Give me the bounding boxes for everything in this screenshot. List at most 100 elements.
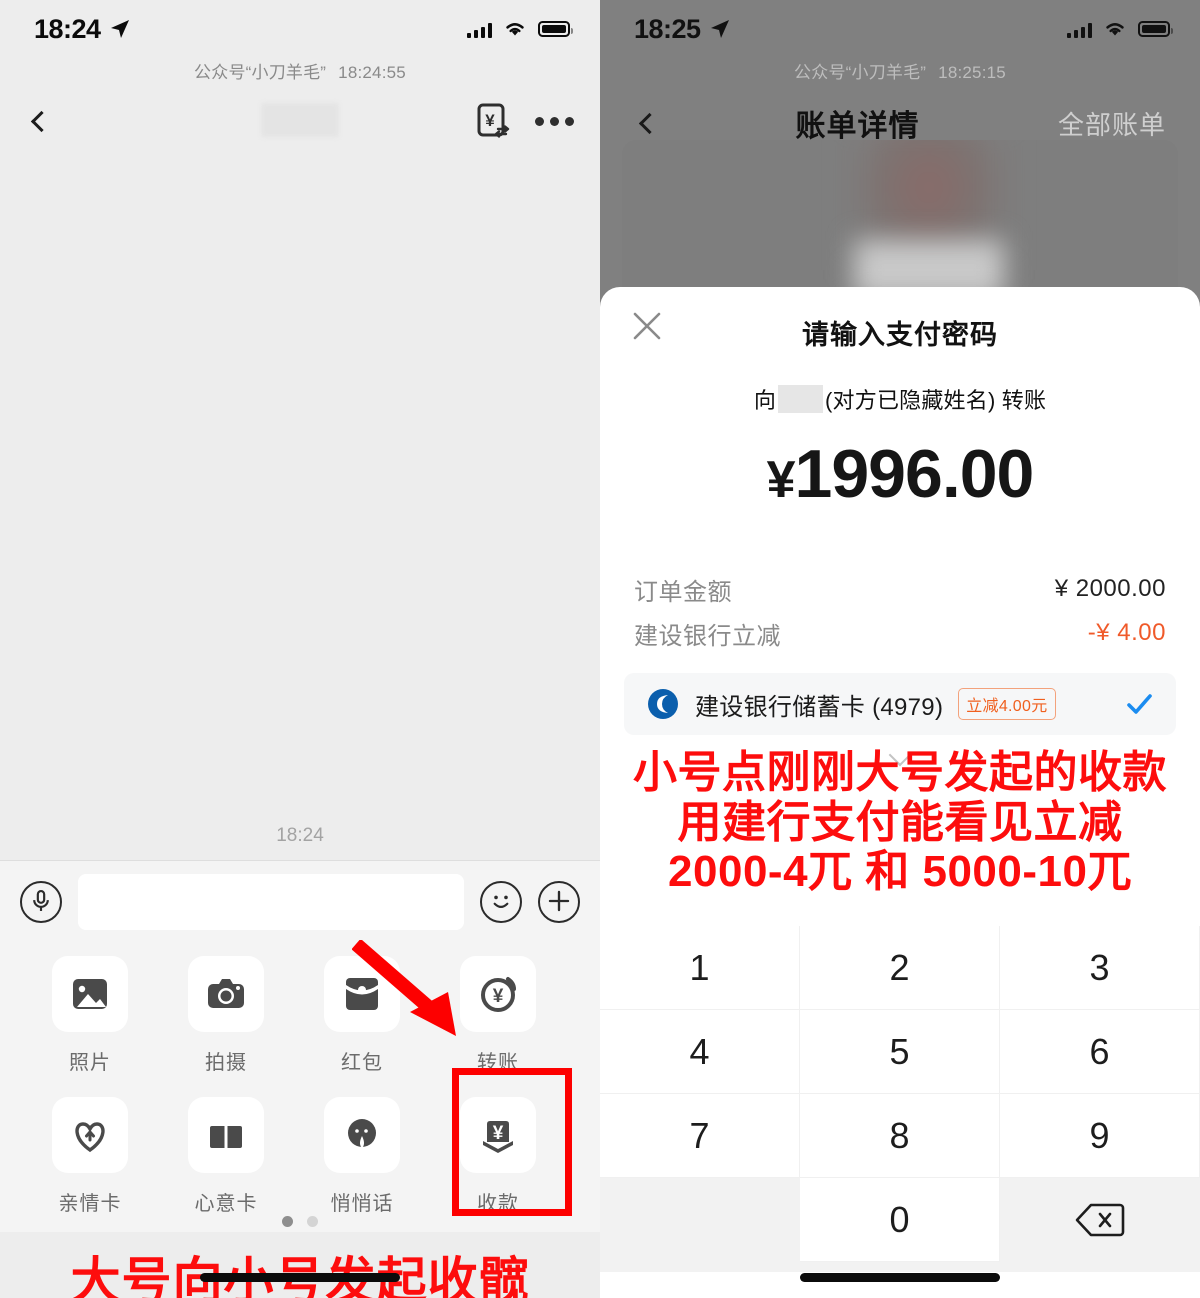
location-arrow-icon — [110, 20, 129, 38]
keypad-key-6[interactable]: 6 — [1000, 1010, 1200, 1094]
payee-line: 向 (对方已隐藏姓名) 转账 — [600, 383, 1200, 415]
highlight-box-collect-money — [452, 1068, 572, 1216]
chevron-left-icon[interactable] — [638, 112, 661, 134]
panel-item-label: 悄悄话 — [330, 1193, 394, 1215]
family-card-icon — [52, 1097, 128, 1173]
annotation-line-2: 用建行支付能看见立减 — [677, 797, 1123, 847]
status-time: 18:25 — [634, 13, 701, 44]
detail-row: 建设银行立减 -¥ 4.00 — [634, 611, 1166, 655]
keypad-key-0[interactable]: 0 — [800, 1178, 1000, 1262]
public-account-time: 18:24:55 — [338, 63, 406, 82]
page-title: 账单详情 — [795, 110, 920, 143]
page-dot-active[interactable] — [282, 1216, 293, 1227]
keypad-key-3[interactable]: 3 — [1000, 926, 1200, 1010]
public-account-banner: 公众号“小刀羊毛” 18:25:15 — [600, 58, 1200, 85]
status-right-group — [1067, 20, 1173, 38]
smiley-icon[interactable] — [480, 880, 522, 923]
public-account-name: 公众号“小刀羊毛” — [194, 63, 327, 82]
chevron-left-icon[interactable] — [30, 110, 53, 132]
home-indicator — [200, 1273, 400, 1282]
keypad-backspace[interactable] — [1000, 1178, 1200, 1262]
public-account-banner: 公众号“小刀羊毛” 18:24:55 — [0, 58, 600, 85]
signal-bars-icon — [1067, 21, 1092, 38]
masked-contact-title — [261, 103, 339, 137]
status-time: 18:24 — [34, 13, 101, 44]
camera-icon — [188, 956, 264, 1032]
keypad-key-4[interactable]: 4 — [600, 1010, 800, 1094]
nav-actions: ¥ — [476, 102, 574, 140]
panel-item-gift-card[interactable]: 心意卡 — [158, 1097, 294, 1216]
keypad-key-2[interactable]: 2 — [800, 926, 1000, 1010]
left-nav-bar: ¥ — [0, 85, 600, 157]
status-right-group — [467, 20, 573, 38]
ccb-bank-icon — [648, 689, 678, 719]
panel-item-label: 心意卡 — [194, 1193, 258, 1215]
status-left-group: 18:25 — [634, 14, 730, 45]
payee-name-mask — [778, 385, 824, 413]
panel-item-family-card[interactable]: 亲情卡 — [22, 1097, 158, 1216]
left-phone-screen: 18:24 公众号“小刀羊毛” 18:24:55 ¥ 大号向小号发起收髋 18:… — [0, 0, 600, 1298]
gift-card-icon — [188, 1097, 264, 1173]
yuan-transfer-icon[interactable]: ¥ — [476, 102, 510, 140]
panel-item-label: 亲情卡 — [58, 1193, 122, 1215]
payee-suffix: (对方已隐藏姓名) 转账 — [825, 388, 1047, 413]
svg-text:¥: ¥ — [485, 111, 495, 130]
annotation-line-3: 2000-4兀 和 5000-10兀 — [668, 847, 1132, 897]
public-account-name: 公众号“小刀羊毛” — [794, 63, 927, 82]
dual-screenshot-container: 18:24 公众号“小刀羊毛” 18:24:55 ¥ 大号向小号发起收髋 18:… — [0, 0, 1200, 1298]
panel-item-label: 照片 — [69, 1052, 111, 1074]
battery-icon — [1138, 21, 1173, 37]
keypad-key-8[interactable]: 8 — [800, 1094, 1000, 1178]
amount-value: 1996.00 — [794, 436, 1035, 512]
detail-label: 订单金额 — [634, 578, 732, 606]
currency-symbol: ¥ — [766, 451, 796, 509]
payee-prefix: 向 — [753, 388, 777, 413]
battery-icon — [538, 21, 573, 37]
right-red-annotation: 小号点刚刚大号发起的收款 用建行支付能看见立减 2000-4兀 和 5000-1… — [600, 748, 1200, 897]
chat-input-bar — [0, 860, 600, 942]
annotation-line-1: 小号点刚刚大号发起的收款 — [633, 748, 1167, 797]
page-dot-inactive[interactable] — [307, 1216, 318, 1227]
home-indicator — [800, 1273, 1000, 1282]
wifi-icon — [506, 23, 524, 36]
right-status-bar: 18:25 — [600, 0, 1200, 58]
left-status-bar: 18:24 — [0, 0, 600, 58]
panel-item-transfer[interactable]: ¥ 转账 — [430, 956, 566, 1075]
keypad-key-1[interactable]: 1 — [600, 926, 800, 1010]
bank-card-row[interactable]: 建设银行储蓄卡 (4979) 立减4.00元 — [624, 673, 1176, 735]
panel-item-red-packet[interactable]: 红包 — [294, 956, 430, 1075]
microphone-icon[interactable] — [20, 880, 62, 923]
payment-detail-rows: 订单金额 ¥ 2000.00 建设银行立减 -¥ 4.00 — [600, 567, 1200, 655]
numeric-keypad: 1 2 3 4 5 6 7 8 9 0 — [600, 926, 1200, 1272]
plus-icon[interactable] — [538, 880, 580, 923]
panel-grid-row-1: 照片 拍摄 红包 ¥ 转账 — [0, 942, 600, 1075]
keypad-key-7[interactable]: 7 — [600, 1094, 800, 1178]
bank-card-name: 建设银行储蓄卡 (4979) — [695, 693, 944, 721]
detail-label: 建设银行立减 — [634, 622, 781, 650]
sheet-header: 请输入支付密码 — [600, 287, 1200, 377]
more-dots-icon[interactable] — [535, 116, 574, 126]
backspace-icon — [1075, 1203, 1125, 1237]
detail-row: 订单金额 ¥ 2000.00 — [634, 567, 1166, 611]
all-bills-link[interactable]: 全部账单 — [1058, 105, 1166, 142]
red-packet-icon — [324, 956, 400, 1032]
panel-item-whisper[interactable]: 悄悄话 — [294, 1097, 430, 1216]
status-left-group: 18:24 — [34, 14, 130, 45]
keypad-grid: 1 2 3 4 5 6 7 8 9 0 — [600, 926, 1200, 1262]
sheet-title: 请输入支付密码 — [802, 319, 998, 350]
panel-item-photo[interactable]: 照片 — [22, 956, 158, 1075]
panel-page-dots[interactable] — [0, 1216, 600, 1227]
blue-check-icon — [1127, 694, 1152, 714]
panel-item-label: 红包 — [341, 1052, 383, 1074]
message-text-input[interactable] — [78, 873, 464, 930]
wifi-icon — [1106, 23, 1124, 36]
whisper-icon — [324, 1097, 400, 1173]
keypad-key-9[interactable]: 9 — [1000, 1094, 1200, 1178]
panel-item-camera[interactable]: 拍摄 — [158, 956, 294, 1075]
close-x-icon[interactable] — [630, 309, 664, 343]
location-arrow-icon — [710, 20, 729, 38]
signal-bars-icon — [467, 21, 492, 38]
svg-text:¥: ¥ — [493, 986, 504, 1007]
public-account-time: 18:25:15 — [938, 63, 1006, 82]
keypad-key-5[interactable]: 5 — [800, 1010, 1000, 1094]
